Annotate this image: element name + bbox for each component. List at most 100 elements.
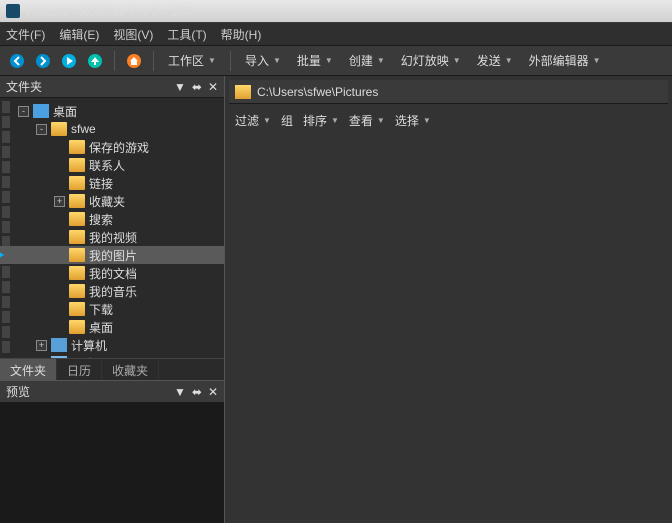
tree-item[interactable]: 链接 (0, 174, 224, 192)
tree-item[interactable]: 我的视频 (0, 228, 224, 246)
desktop-icon (33, 104, 49, 118)
folder-icon (69, 320, 85, 334)
tb-create[interactable]: 创建▼ (343, 50, 391, 72)
tb-batch[interactable]: 批量▼ (291, 50, 339, 72)
menu-file[interactable]: 文件(F) (6, 26, 45, 43)
tree-label: 联系人 (89, 157, 125, 174)
tree-item[interactable]: 桌面 (0, 318, 224, 336)
left-panel: 文件夹 ▼ ⬌ ✕ -桌面-sfwe保存的游戏联系人链接+收藏夹搜索我的视频我的… (0, 76, 225, 523)
nav-play-icon[interactable] (58, 50, 80, 72)
tree-label: 网络 (71, 355, 95, 359)
app-icon (6, 4, 20, 18)
filter-menu[interactable]: 过滤▼ (235, 112, 271, 129)
folder-icon (69, 212, 85, 226)
tree-item[interactable]: 我的音乐 (0, 282, 224, 300)
preview-title: 预览 (6, 383, 30, 400)
tree-item[interactable]: + 计算机 (0, 336, 224, 354)
tree-item[interactable]: 保存的游戏 (0, 138, 224, 156)
preview-area (0, 403, 224, 523)
folder-icon (69, 194, 85, 208)
folder-icon (69, 284, 85, 298)
tree-label: 我的视频 (89, 229, 137, 246)
folder-icon (69, 230, 85, 244)
left-tabs: 文件夹 日历 收藏夹 (0, 358, 224, 380)
tb-import[interactable]: 导入▼ (239, 50, 287, 72)
separator (230, 51, 231, 71)
preview-header: 预览 ▼ ⬌ ✕ (0, 381, 224, 403)
tree-item[interactable]: 下载 (0, 300, 224, 318)
sort-menu[interactable]: 排序▼ (303, 112, 339, 129)
tb-external[interactable]: 外部编辑器▼ (523, 50, 607, 72)
group-menu[interactable]: 组 (281, 112, 293, 129)
tree-item[interactable]: 联系人 (0, 156, 224, 174)
folder-icon (69, 302, 85, 316)
folder-tree[interactable]: -桌面-sfwe保存的游戏联系人链接+收藏夹搜索我的视频我的图片我的文档我的音乐… (0, 98, 224, 358)
thumbnail-area[interactable] (225, 132, 672, 523)
tb-slideshow[interactable]: 幻灯放映▼ (395, 50, 467, 72)
menu-bar: 文件(F) 编辑(E) 视图(V) 工具(T) 帮助(H) (0, 22, 672, 46)
menu-help[interactable]: 帮助(H) (221, 26, 262, 43)
tab-calendar[interactable]: 日历 (57, 359, 102, 380)
network-icon (51, 356, 67, 358)
separator (114, 51, 115, 71)
preview-panel: 预览 ▼ ⬌ ✕ (0, 380, 224, 523)
menu-edit[interactable]: 编辑(E) (59, 26, 99, 43)
panel-pin-icon[interactable]: ⬌ (192, 385, 202, 399)
title-bar: Pictures - ACDSee Pro 6 - 试用 (0, 0, 672, 22)
expand-toggle[interactable]: - (18, 106, 29, 117)
panel-menu-icon[interactable]: ▼ (174, 385, 186, 399)
menu-view[interactable]: 视图(V) (113, 26, 153, 43)
nav-back-icon[interactable] (6, 50, 28, 72)
folder-icon (69, 248, 85, 262)
main-toolbar: 工作区▼ 导入▼ 批量▼ 创建▼ 幻灯放映▼ 发送▼ 外部编辑器▼ (0, 46, 672, 76)
tree-label: 桌面 (89, 319, 113, 336)
tree-item[interactable]: - sfwe (0, 120, 224, 138)
tree-item[interactable]: 搜索 (0, 210, 224, 228)
tab-folders[interactable]: 文件夹 (0, 359, 57, 380)
folder-icon (51, 122, 67, 136)
tree-label: 收藏夹 (89, 193, 125, 210)
panel-pin-icon[interactable]: ⬌ (192, 80, 202, 94)
tab-favorites[interactable]: 收藏夹 (102, 359, 159, 380)
panel-close-icon[interactable]: ✕ (208, 385, 218, 399)
folder-icon (69, 140, 85, 154)
expand-toggle[interactable]: - (36, 124, 47, 135)
path-bar[interactable]: C:\Users\sfwe\Pictures (229, 80, 668, 104)
folders-panel-header: 文件夹 ▼ ⬌ ✕ (0, 76, 224, 98)
menu-tools[interactable]: 工具(T) (167, 26, 206, 43)
nav-home-icon[interactable] (123, 50, 145, 72)
nav-forward-icon[interactable] (32, 50, 54, 72)
expand-toggle[interactable]: + (54, 196, 65, 207)
window-title: Pictures - ACDSee Pro 6 - 试用 (26, 3, 193, 20)
tree-item[interactable]: 网络 (0, 354, 224, 358)
tree-item[interactable]: -桌面 (0, 102, 224, 120)
tree-label: 下载 (89, 301, 113, 318)
tb-send[interactable]: 发送▼ (471, 50, 519, 72)
tree-label: sfwe (71, 122, 96, 136)
folder-icon (69, 176, 85, 190)
expand-toggle[interactable]: + (36, 340, 47, 351)
current-path: C:\Users\sfwe\Pictures (257, 85, 378, 99)
chevron-down-icon: ▼ (208, 56, 216, 65)
select-menu[interactable]: 选择▼ (395, 112, 431, 129)
tree-label: 链接 (89, 175, 113, 192)
workspace-menu[interactable]: 工作区▼ (162, 50, 222, 72)
folder-icon (69, 266, 85, 280)
tree-item[interactable]: 我的文档 (0, 264, 224, 282)
tree-label: 计算机 (71, 337, 107, 354)
tree-label: 保存的游戏 (89, 139, 149, 156)
folders-title: 文件夹 (6, 78, 42, 95)
filter-bar: 过滤▼ 组 排序▼ 查看▼ 选择▼ (225, 108, 672, 132)
tree-label: 我的音乐 (89, 283, 137, 300)
view-menu[interactable]: 查看▼ (349, 112, 385, 129)
nav-up-icon[interactable] (84, 50, 106, 72)
tree-item[interactable]: + 收藏夹 (0, 192, 224, 210)
folder-icon (235, 85, 251, 99)
panel-close-icon[interactable]: ✕ (208, 80, 218, 94)
tree-item[interactable]: 我的图片 (0, 246, 224, 264)
separator (153, 51, 154, 71)
panel-menu-icon[interactable]: ▼ (174, 80, 186, 94)
tree-label: 我的图片 (89, 247, 137, 264)
content-panel: C:\Users\sfwe\Pictures 过滤▼ 组 排序▼ 查看▼ 选择▼ (225, 76, 672, 523)
folder-icon (69, 158, 85, 172)
